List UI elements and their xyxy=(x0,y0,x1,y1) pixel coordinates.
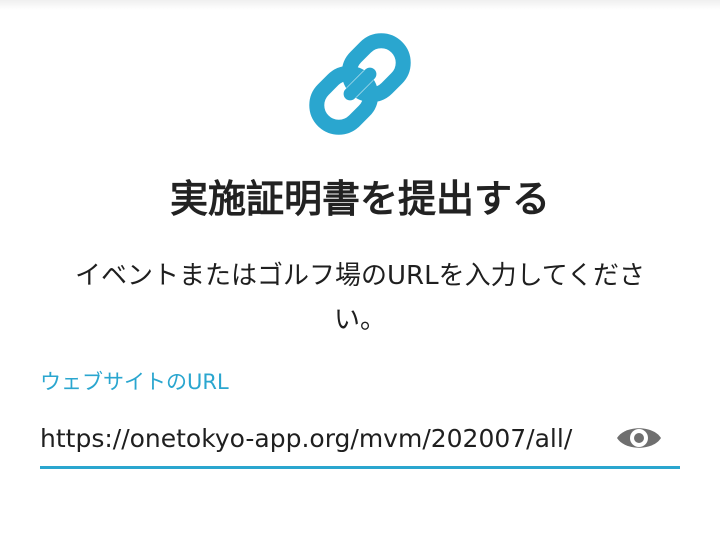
instruction-line-1: イベントまたはゴルフ場のURLを入力してくださ xyxy=(74,261,646,291)
link-icon xyxy=(309,33,411,135)
toggle-visibility-button[interactable] xyxy=(614,418,664,458)
instruction-line-2: い。 xyxy=(333,305,386,335)
website-url-label: ウェブサイトのURL xyxy=(40,370,229,394)
instruction-text: イベントまたはゴルフ場のURLを入力してくださ い。 xyxy=(40,254,680,342)
page-title: 実施証明書を提出する xyxy=(169,177,550,221)
input-underline xyxy=(40,466,680,469)
website-url-input[interactable] xyxy=(40,418,600,458)
status-bar-shadow xyxy=(0,0,720,10)
eye-icon xyxy=(617,428,661,448)
